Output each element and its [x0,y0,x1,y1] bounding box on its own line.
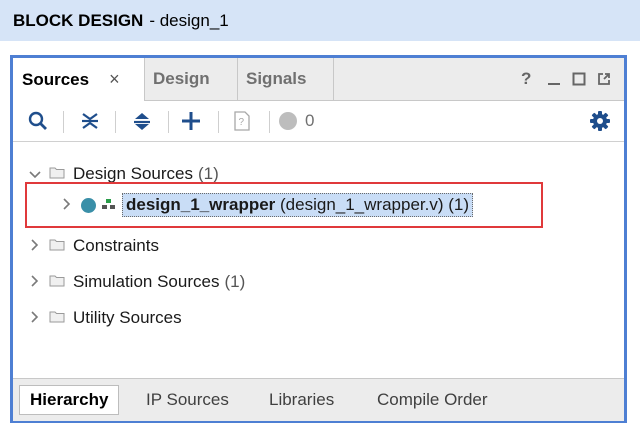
close-icon[interactable]: × [109,69,120,90]
chevron-right-glyph [31,310,39,323]
toolbar-divider [63,111,64,133]
chevron-right-glyph [63,197,71,210]
chevron-down-icon[interactable] [27,167,43,182]
source-status-icon [81,197,96,213]
add-glyph [182,112,200,130]
chevron-right-glyph [31,238,39,251]
expand-all-icon[interactable] [129,101,155,141]
help-icon[interactable]: ? [521,58,531,100]
chevron-right-icon[interactable] [59,197,75,213]
help-glyph: ? [521,69,532,88]
properties-icon[interactable]: ? [229,101,255,141]
maximize-icon[interactable] [572,58,586,100]
folder-icon [49,272,65,292]
error-status[interactable]: 0 [279,101,329,141]
svg-text:?: ? [239,117,245,128]
error-count: 0 [305,111,315,130]
panel-toolbar: ? 0 [13,101,624,142]
bottom-tab-bar: Hierarchy IP Sources Libraries Compile O… [13,378,624,421]
search-glyph [28,111,47,130]
wrapper-count: (1) [448,195,470,214]
minimize-glyph [548,83,560,85]
folder-glyph [49,311,65,323]
add-sources-icon[interactable] [178,101,204,141]
folder-glyph [49,239,65,251]
folder-glyph [49,275,65,287]
hierarchy-icon [102,195,116,215]
panel-tab-bar: Sources × Design Signals ? [13,58,624,101]
design-sources-label: Design Sources [73,164,194,183]
tree-node-simulation-sources[interactable]: Simulation Sources (1) [27,268,245,296]
simulation-sources-label: Simulation Sources [73,272,220,291]
properties-glyph: ? [234,111,250,131]
toolbar-divider [269,111,270,133]
folder-icon [49,164,65,184]
utility-sources-label: Utility Sources [73,308,182,327]
selected-item[interactable]: design_1_wrapper (design_1_wrapper.v) (1… [122,193,474,217]
minimize-icon[interactable] [547,58,561,100]
tree-node-design-1-wrapper[interactable]: design_1_wrapper (design_1_wrapper.v) (1… [59,191,474,219]
chevron-right-icon[interactable] [27,310,43,326]
hierarchy-glyph [102,199,115,209]
float-icon[interactable] [597,58,611,100]
constraints-label: Constraints [73,236,159,255]
gear-glyph [590,111,610,131]
status-circle-icon [279,112,297,130]
window-title: BLOCK DESIGN [13,10,144,30]
collapse-all-icon[interactable] [77,101,103,141]
simulation-sources-count: (1) [224,272,246,291]
maximize-glyph [572,72,586,86]
float-glyph [598,73,610,85]
tab-sources-label: Sources [22,69,90,89]
toolbar-divider [115,111,116,133]
window-subtitle: - design_1 [149,10,229,30]
tab-signals[interactable]: Signals [238,58,334,100]
tab-ip-sources[interactable]: IP Sources [146,385,229,415]
expand-all-glyph [134,113,150,130]
toolbar-divider [218,111,219,133]
window-title-bar: BLOCK DESIGN - design_1 [0,0,640,41]
chevron-right-icon[interactable] [27,274,43,290]
sources-panel: Sources × Design Signals ? ? 0 Design So… [10,55,627,423]
tab-hierarchy[interactable]: Hierarchy [19,385,120,415]
tree-node-utility-sources[interactable]: Utility Sources [27,304,182,332]
folder-icon [49,308,65,328]
chevron-right-glyph [31,274,39,287]
collapse-all-glyph [82,113,98,129]
tab-signals-label: Signals [246,69,307,88]
tab-compile-order[interactable]: Compile Order [377,385,488,415]
wrapper-file: (design_1_wrapper.v) [280,195,444,214]
chevron-right-icon[interactable] [27,238,43,254]
tab-design[interactable]: Design [145,58,238,100]
tree-node-constraints[interactable]: Constraints [27,232,159,260]
chevron-down-glyph [29,170,41,178]
folder-icon [49,236,65,256]
search-icon[interactable] [25,101,51,141]
tab-design-label: Design [153,69,210,88]
toolbar-divider [168,111,169,133]
design-sources-count: (1) [198,164,219,183]
tab-sources[interactable]: Sources × [13,58,145,101]
wrapper-name: design_1_wrapper [126,195,276,214]
tab-libraries[interactable]: Libraries [269,385,334,415]
gear-icon[interactable] [587,101,613,141]
folder-glyph [49,167,65,179]
